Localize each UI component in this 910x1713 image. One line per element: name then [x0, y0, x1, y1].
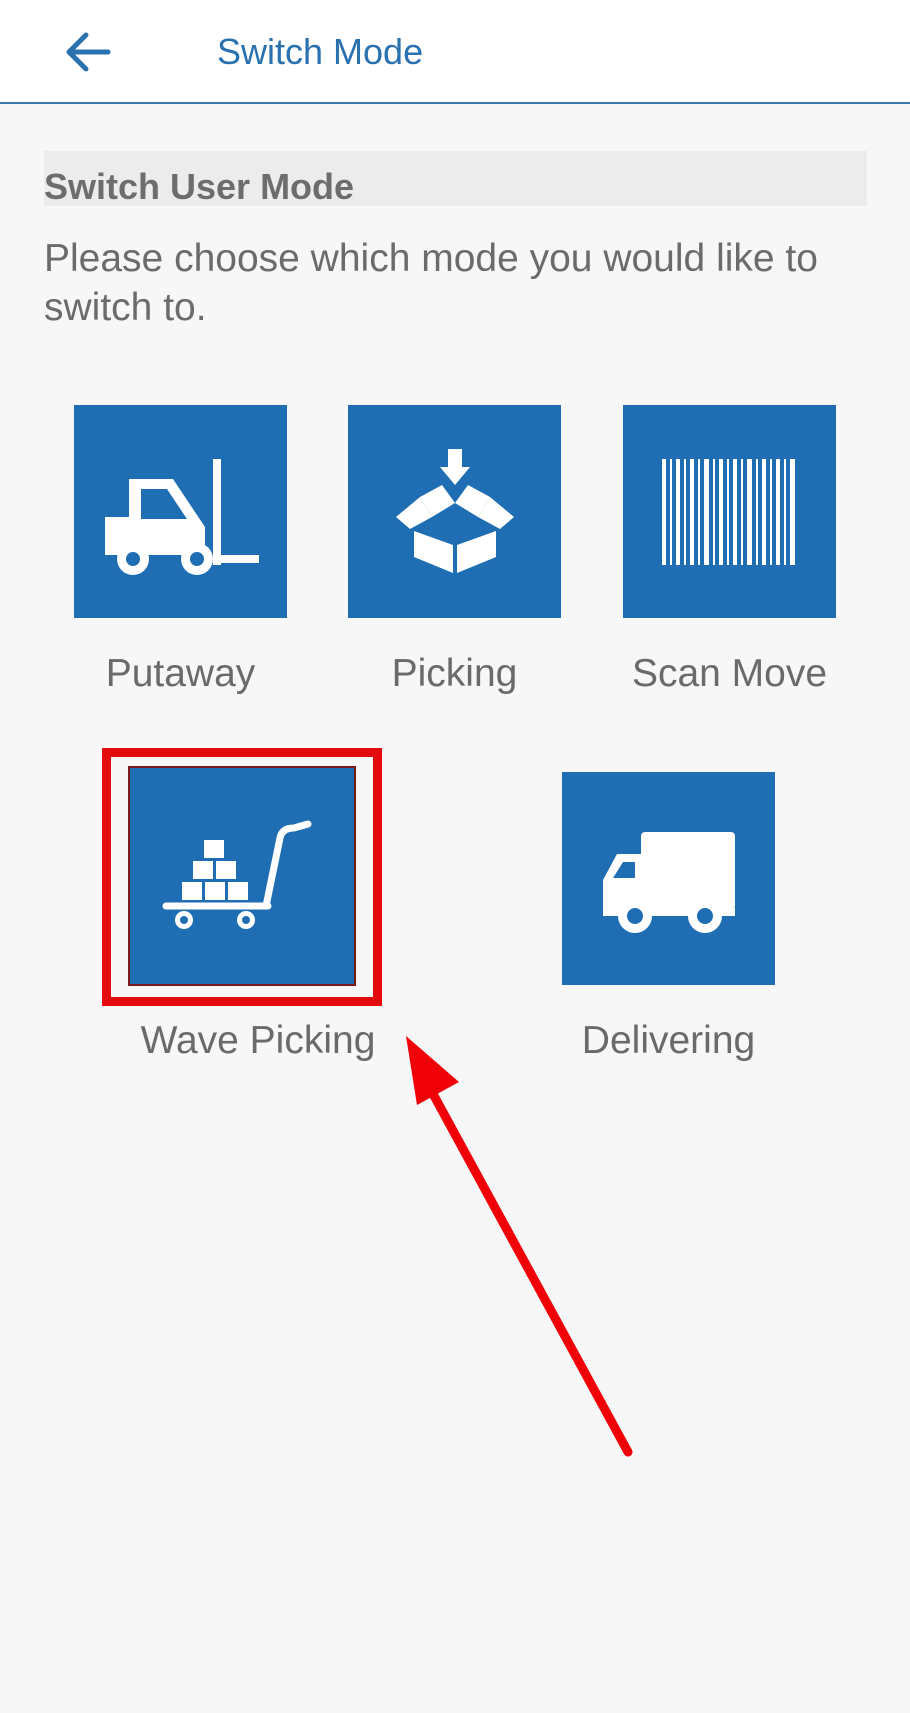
mode-label-wave-picking: Wave Picking: [140, 1019, 376, 1062]
box-arrow-in-icon: [395, 448, 514, 573]
section-title: Switch User Mode: [44, 166, 355, 206]
mode-label-putaway: Putaway: [105, 652, 256, 695]
mode-tile-scan-move[interactable]: [623, 405, 836, 618]
delivery-truck-icon: [602, 831, 735, 933]
pointer-arrow: [406, 1036, 633, 1457]
back-button[interactable]: [56, 22, 120, 82]
mode-tile-delivering[interactable]: [562, 772, 775, 985]
mode-label-scan-move: Scan Move: [631, 652, 828, 695]
app-bar: Switch Mode: [0, 0, 910, 104]
page-title: Switch Mode: [217, 31, 424, 72]
instruction-text: Please choose which mode you would like …: [44, 237, 818, 329]
mode-tile-picking[interactable]: [348, 405, 561, 618]
section-header: Switch User Mode: [44, 151, 867, 206]
highlight-box: [102, 748, 382, 1006]
mode-tile-putaway[interactable]: [74, 405, 287, 618]
mode-label-picking: Picking: [391, 652, 518, 695]
arrow-left-icon: [66, 32, 111, 72]
forklift-icon: [104, 458, 259, 575]
barcode-icon: [661, 458, 795, 565]
